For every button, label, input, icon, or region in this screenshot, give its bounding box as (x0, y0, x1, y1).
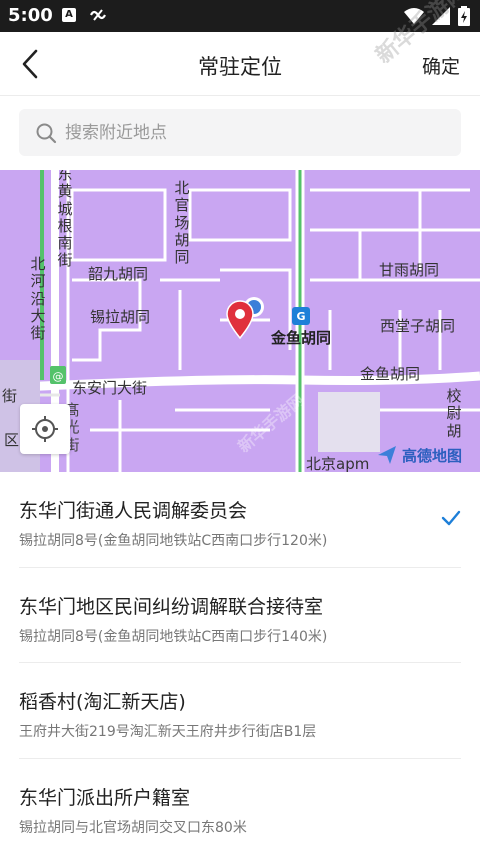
amap-logo: 高德地图 (376, 444, 462, 466)
search-input[interactable] (65, 122, 445, 143)
status-time: 5:00 (8, 5, 53, 26)
battery-icon (458, 6, 470, 30)
map-label: 街 (2, 387, 18, 405)
list-item[interactable]: 稻香村(淘汇新天店) 王府井大街219号淘汇新天王府井步行街店B1层 (19, 663, 461, 759)
map-label: 北官场胡同 (174, 179, 190, 266)
map-label: 金鱼胡同 (271, 329, 332, 347)
list-item[interactable]: 东华门地区民间纠纷调解联合接待室 锡拉胡同8号(金鱼胡同地铁站C西南口步行140… (19, 568, 461, 663)
svg-text:G: G (296, 310, 305, 323)
crosshair-icon (32, 416, 58, 442)
map-pin-icon (225, 300, 255, 344)
result-address: 王府井大街219号淘汇新天王府井步行街店B1层 (19, 724, 317, 740)
map-label: 北京apm (306, 455, 370, 472)
status-bar: 5:00 A (0, 0, 480, 32)
result-name: 东华门派出所户籍室 (19, 786, 191, 809)
metro-icon: G (292, 307, 310, 329)
page-title: 常驻定位 (198, 55, 282, 79)
map-label: 金鱼胡同 (360, 365, 421, 383)
svg-text:@: @ (53, 370, 64, 383)
list-item[interactable]: 东华门派出所户籍室 锡拉胡同与北官场胡同交叉口东80米 (19, 759, 461, 853)
map-label: 区 (4, 431, 20, 449)
result-list: 东华门街通人民调解委员会 锡拉胡同8号(金鱼胡同地铁站C西南口步行120米) 东… (0, 472, 480, 853)
map-label: 东黄城根南街 (57, 170, 73, 270)
locate-button[interactable] (20, 404, 70, 454)
result-name: 东华门地区民间纠纷调解联合接待室 (19, 595, 324, 618)
link-icon (88, 6, 108, 28)
confirm-button[interactable]: 确定 (422, 52, 460, 79)
map-label: 锡拉胡同 (90, 308, 151, 326)
map-label: 西堂子胡同 (380, 317, 456, 335)
map-view[interactable]: @ 东黄城根南街 北官场胡同 韶九胡同 北河沿大街 锡拉胡同 甘雨胡同 金鱼胡同… (0, 170, 480, 472)
result-name: 稻香村(淘汇新天店) (19, 691, 186, 713)
amap-arrow-icon (378, 446, 396, 464)
amap-brand: 高德地图 (402, 446, 463, 465)
app-notification-icon: A (62, 8, 76, 22)
wifi-icon (404, 7, 424, 29)
map-label: 东安门大街 (72, 379, 148, 397)
nav-bar: 常驻定位 确定 (0, 32, 480, 96)
check-icon (441, 510, 461, 526)
result-address: 锡拉胡同与北官场胡同交叉口东80米 (19, 819, 247, 836)
list-item[interactable]: 东华门街通人民调解委员会 锡拉胡同8号(金鱼胡同地铁站C西南口步行120米) (19, 472, 461, 568)
map-label: 北河沿大街 (30, 255, 46, 342)
map-label: 甘雨胡同 (379, 261, 440, 279)
result-address: 锡拉胡同8号(金鱼胡同地铁站C西南口步行140米) (19, 628, 328, 645)
map-label: 校尉胡 (446, 387, 462, 440)
search-bar[interactable] (19, 109, 461, 156)
map-label: 韶九胡同 (88, 265, 149, 283)
search-icon (36, 123, 57, 143)
result-name: 东华门街通人民调解委员会 (19, 500, 248, 522)
result-address: 锡拉胡同8号(金鱼胡同地铁站C西南口步行120米) (19, 533, 328, 549)
signal-icon (432, 7, 450, 29)
